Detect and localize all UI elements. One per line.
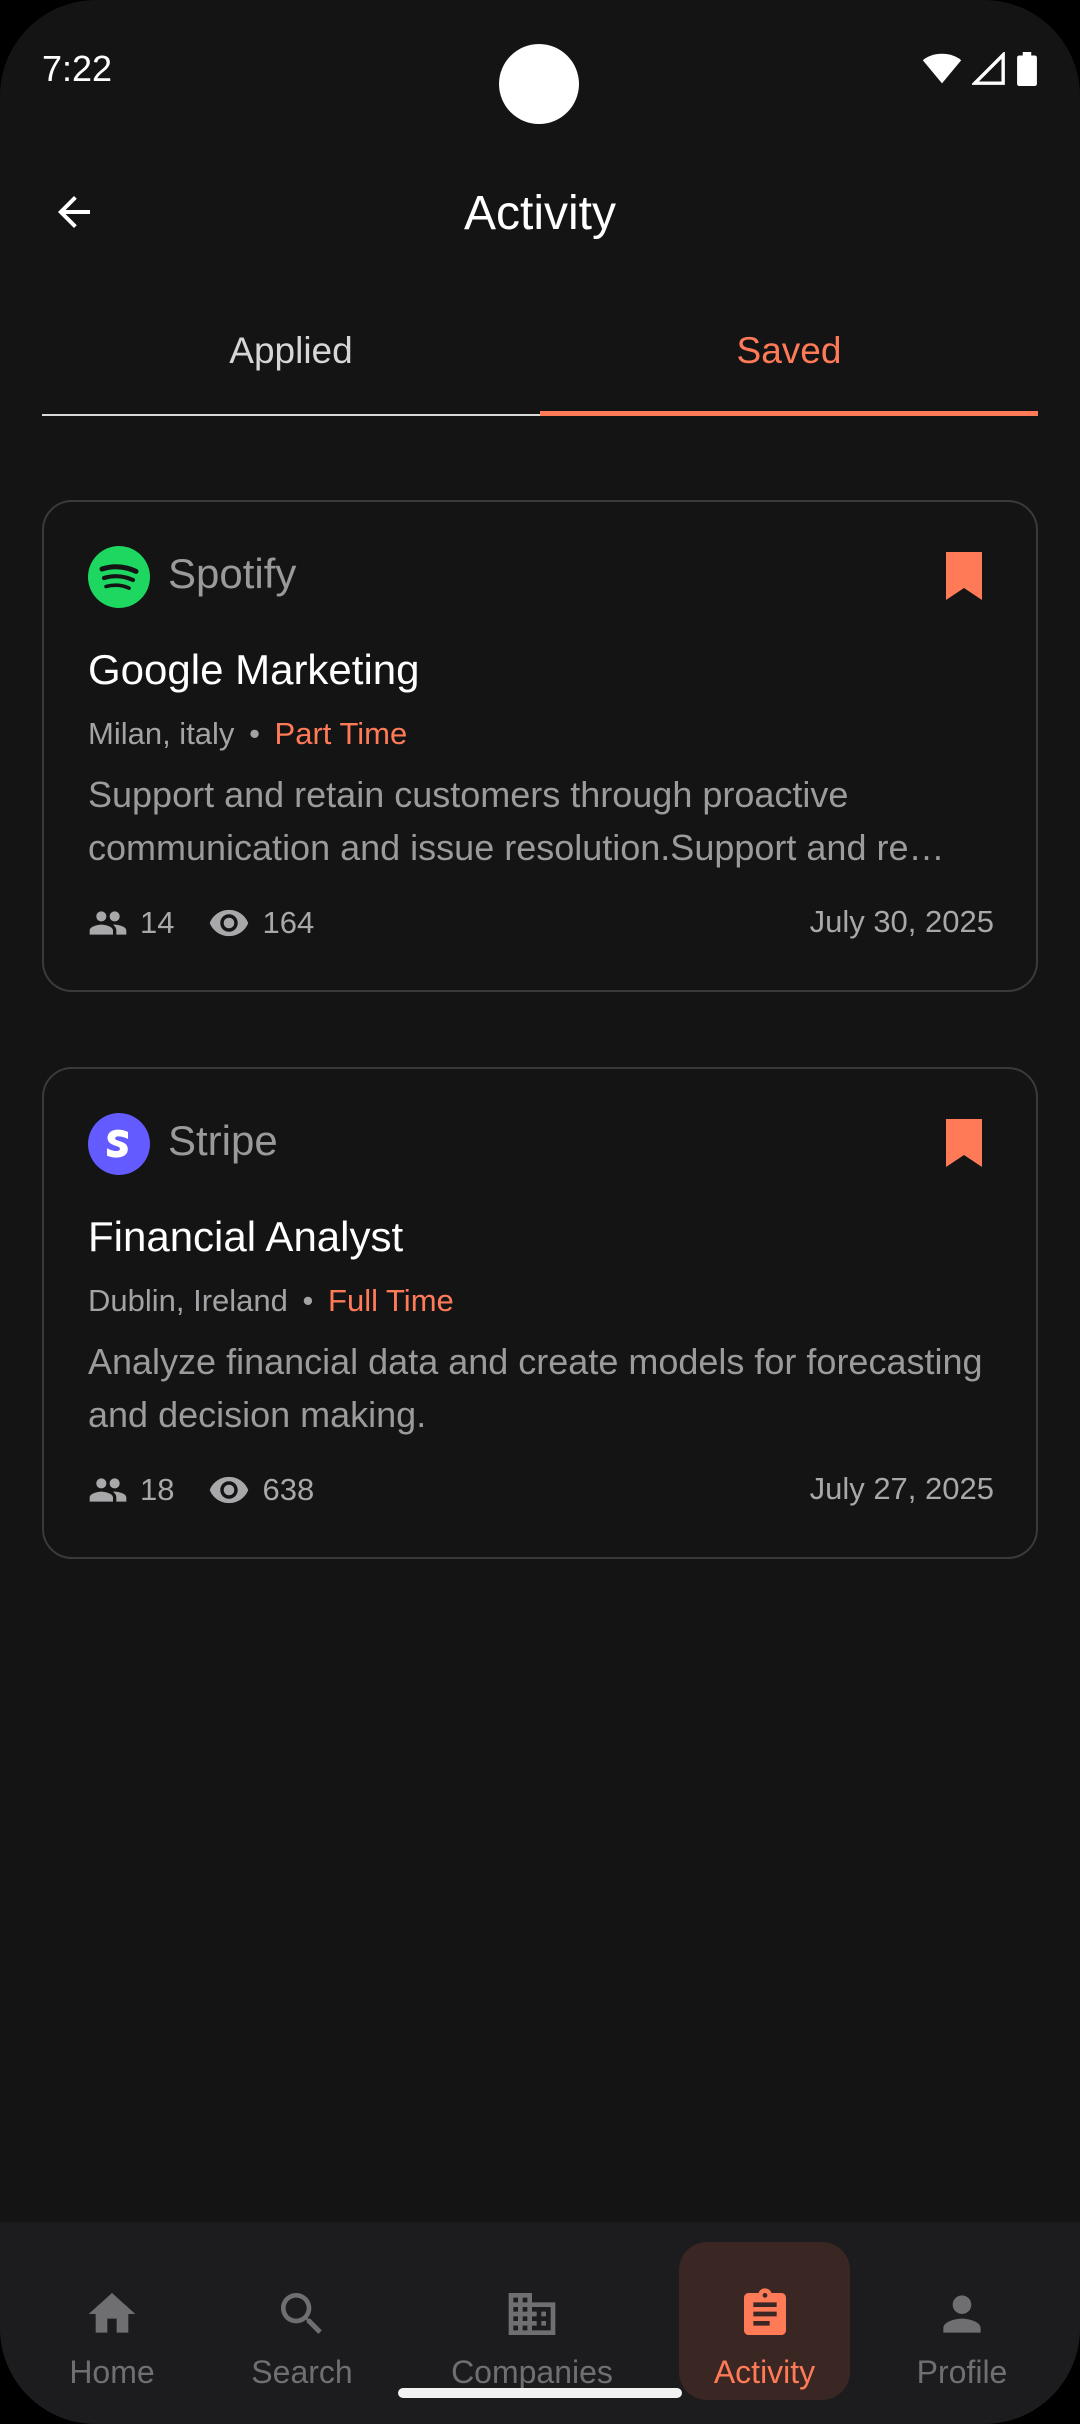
job-meta: Milan, italy • Part Time (88, 716, 407, 752)
company-name: Stripe (168, 1117, 278, 1164)
nav-search[interactable]: Search (242, 2242, 362, 2400)
home-icon (88, 2293, 136, 2333)
stripe-logo-icon (88, 1113, 150, 1175)
posted-date: July 27, 2025 (809, 1471, 994, 1506)
spotify-logo-icon (88, 546, 150, 608)
job-location: Milan, italy (88, 716, 235, 751)
meta-separator: • (249, 716, 260, 751)
status-time: 7:22 (42, 48, 113, 89)
job-title: Financial Analyst (88, 1213, 404, 1260)
nav-label: Home (69, 2354, 155, 2390)
applicants-count: 14 (140, 905, 175, 940)
status-icons (922, 52, 1038, 86)
job-stats: 18 638 (88, 1469, 348, 1511)
job-card[interactable]: Stripe Financial Analyst Dublin, Ireland… (42, 1067, 1038, 1559)
nav-home[interactable]: Home (52, 2242, 172, 2400)
tab-saved[interactable]: Saved (540, 310, 1038, 416)
nav-activity[interactable]: Activity (679, 2242, 850, 2400)
battery-icon (1017, 52, 1037, 86)
nav-label: Companies (451, 2354, 613, 2390)
cellular-signal-icon (972, 52, 1005, 85)
nav-label: Activity (713, 2354, 816, 2390)
eye-icon (210, 1476, 249, 1504)
bookmark-icon[interactable] (944, 550, 984, 602)
job-title: Google Marketing (88, 646, 420, 693)
applicants-count: 18 (140, 1472, 175, 1507)
person-icon (943, 2295, 981, 2333)
posted-date: July 30, 2025 (809, 904, 994, 939)
eye-icon (210, 909, 249, 937)
bookmark-icon[interactable] (944, 1117, 984, 1169)
people-icon (89, 911, 127, 935)
views-stat: 164 (208, 902, 314, 944)
job-description: Support and retain customers through pro… (88, 774, 945, 868)
wifi-icon (922, 53, 962, 84)
meta-separator: • (302, 1283, 314, 1318)
nav-label: Profile (916, 2354, 1008, 2390)
job-location: Dublin, Ireland (88, 1283, 288, 1318)
job-meta: Dublin, Ireland • Full Time (88, 1283, 454, 1319)
applicants-stat: 14 (88, 903, 174, 943)
camera-cutout (499, 44, 579, 124)
job-type: Full Time (328, 1283, 454, 1318)
people-icon (89, 1478, 127, 1502)
page-title: Activity (463, 187, 616, 240)
building-icon (508, 2293, 556, 2335)
tab-applied[interactable]: Applied (42, 310, 540, 416)
nav-profile[interactable]: Profile (902, 2242, 1022, 2400)
tab-bar: Applied Saved (42, 310, 1038, 416)
home-indicator[interactable] (398, 2388, 682, 2398)
views-count: 164 (262, 905, 315, 940)
nav-label: Search (251, 2354, 353, 2390)
clipboard-icon (743, 2288, 786, 2335)
job-stats: 14 164 (88, 902, 348, 944)
search-icon (281, 2293, 322, 2334)
job-card[interactable]: Spotify Google Marketing Milan, italy • … (42, 500, 1038, 992)
nav-companies[interactable]: Companies (442, 2242, 622, 2400)
applicants-stat: 18 (88, 1470, 174, 1510)
job-description: Analyze financial data and create models… (88, 1341, 983, 1435)
app-screen: 7:22 Activity Applied Saved Spotify Goog… (0, 0, 1080, 2424)
company-name: Spotify (168, 550, 297, 597)
job-type: Part Time (274, 716, 408, 751)
views-count: 638 (262, 1472, 315, 1507)
views-stat: 638 (208, 1469, 314, 1511)
